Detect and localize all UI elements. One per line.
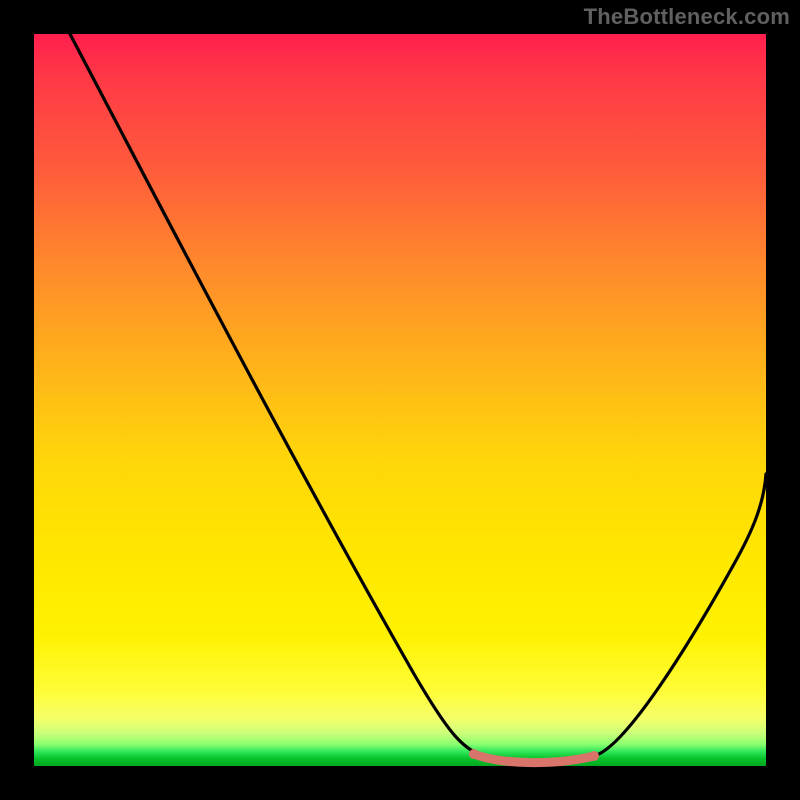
highlight-dot-left	[469, 749, 479, 759]
chart-stage: TheBottleneck.com	[0, 0, 800, 800]
curve-overlay	[34, 34, 766, 766]
highlight-dot-right	[589, 751, 599, 761]
attribution-text: TheBottleneck.com	[584, 4, 790, 30]
bottleneck-curve	[70, 34, 766, 763]
highlight-segment	[474, 754, 594, 763]
